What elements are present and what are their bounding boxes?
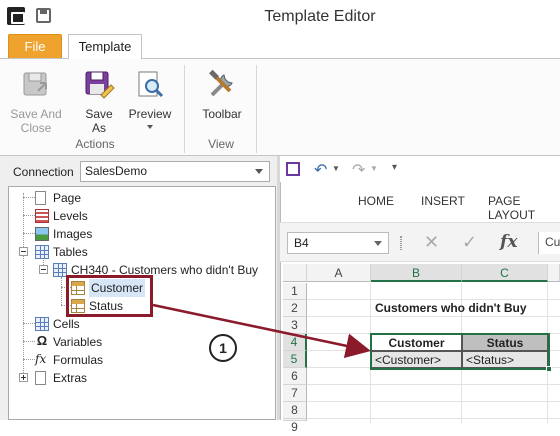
toolbar-button[interactable]: Toolbar: [196, 69, 248, 121]
save-close-icon: [20, 69, 52, 101]
select-all-corner[interactable]: [283, 264, 307, 282]
row-header[interactable]: 3: [283, 317, 307, 334]
highlight-box: [66, 275, 153, 317]
row-header[interactable]: 9: [283, 419, 307, 434]
connection-select[interactable]: SalesDemo: [80, 161, 270, 182]
toolbar-label: Toolbar: [202, 107, 242, 121]
page-icon: [35, 191, 46, 205]
tab-insert[interactable]: INSERT: [421, 194, 465, 208]
window-title: Template Editor: [264, 8, 376, 25]
column-header-a[interactable]: A: [307, 264, 371, 282]
save-as-icon: [83, 69, 115, 101]
cells-icon: [35, 317, 49, 331]
row-header[interactable]: 5: [283, 351, 307, 368]
save-icon[interactable]: [286, 162, 300, 176]
expand-extras-toggle[interactable]: [19, 373, 28, 382]
collapse-tables-toggle[interactable]: [19, 247, 28, 256]
levels-icon: [35, 209, 49, 223]
ribbon: Save And Close Save As Preview Actions T…: [0, 58, 560, 156]
save-and-close-label: Save And Close: [10, 107, 62, 135]
save-and-close-button[interactable]: Save And Close: [10, 69, 62, 135]
chevron-down-icon[interactable]: ▼: [370, 164, 378, 173]
insert-function-icon[interactable]: fx: [500, 232, 517, 252]
tab-home[interactable]: HOME: [358, 194, 394, 208]
group-view-label: View: [208, 137, 234, 151]
omega-icon: Ω: [36, 333, 48, 348]
row-header[interactable]: 2: [283, 300, 307, 317]
group-separator: [184, 65, 185, 153]
tab-page-layout[interactable]: PAGE LAYOUT: [488, 194, 560, 222]
tab-file[interactable]: File: [8, 34, 62, 58]
cancel-icon[interactable]: ✕: [424, 232, 439, 253]
tree-line: [23, 233, 35, 234]
excel-ribbon-tabs: HOME INSERT PAGE LAYOUT: [280, 182, 560, 222]
formula-input[interactable]: Cu: [538, 232, 560, 254]
tree-line: [23, 323, 35, 324]
chevron-down-icon: [147, 125, 153, 129]
image-icon: [35, 227, 49, 241]
tree-line: [61, 277, 62, 305]
connection-label: Connection: [13, 165, 74, 179]
name-box[interactable]: B4: [287, 232, 389, 254]
function-icon: fx: [35, 352, 47, 366]
row-header[interactable]: 6: [283, 368, 307, 385]
check-icon[interactable]: ✓: [462, 232, 477, 253]
tree-line: [23, 215, 35, 216]
row-header[interactable]: 4: [283, 334, 307, 351]
tree-line: [23, 197, 35, 198]
spreadsheet-grid: A B C 1 2 3 4 5 6 7 8 9 Customers who di…: [283, 264, 560, 434]
group-actions-label: Actions: [75, 137, 115, 151]
tab-template[interactable]: Template: [68, 34, 142, 59]
column-header-c[interactable]: C: [462, 264, 548, 282]
formula-buttons: ✕ ✓ fx: [420, 232, 530, 254]
tree-line: [23, 341, 35, 342]
collapse-table-toggle[interactable]: [39, 265, 48, 274]
selection-outline: [370, 333, 550, 370]
tools-icon: [206, 69, 238, 101]
extras-icon: [35, 371, 46, 385]
step-callout: 1: [209, 334, 237, 362]
formula-bar-grip: [400, 236, 402, 250]
column-header-b[interactable]: B: [371, 264, 462, 282]
undo-icon[interactable]: ↶: [314, 160, 327, 180]
preview-button[interactable]: Preview: [126, 69, 174, 129]
group-separator: [256, 65, 257, 153]
preview-label: Preview: [128, 107, 172, 121]
row-header[interactable]: 7: [283, 385, 307, 402]
tree-line: [23, 359, 35, 360]
redo-icon[interactable]: ↷: [352, 160, 365, 180]
chevron-down-icon[interactable]: ▼: [332, 164, 340, 173]
column-header-d[interactable]: [548, 264, 560, 282]
fill-handle[interactable]: [546, 366, 552, 372]
table-icon: [53, 263, 67, 277]
cell-b2[interactable]: Customers who didn't Buy: [371, 300, 551, 317]
row-header[interactable]: 8: [283, 402, 307, 419]
preview-icon: [134, 69, 166, 101]
save-as-label: Save As: [85, 107, 113, 135]
customize-qat-icon[interactable]: ▾: [392, 162, 397, 173]
tree-line: [23, 193, 24, 379]
save-as-button[interactable]: Save As: [78, 69, 120, 135]
excel-quick-access: ↶ ▼ ↷ ▼ ▾: [280, 156, 560, 182]
row-header[interactable]: 1: [283, 283, 307, 300]
table-icon: [35, 245, 49, 259]
